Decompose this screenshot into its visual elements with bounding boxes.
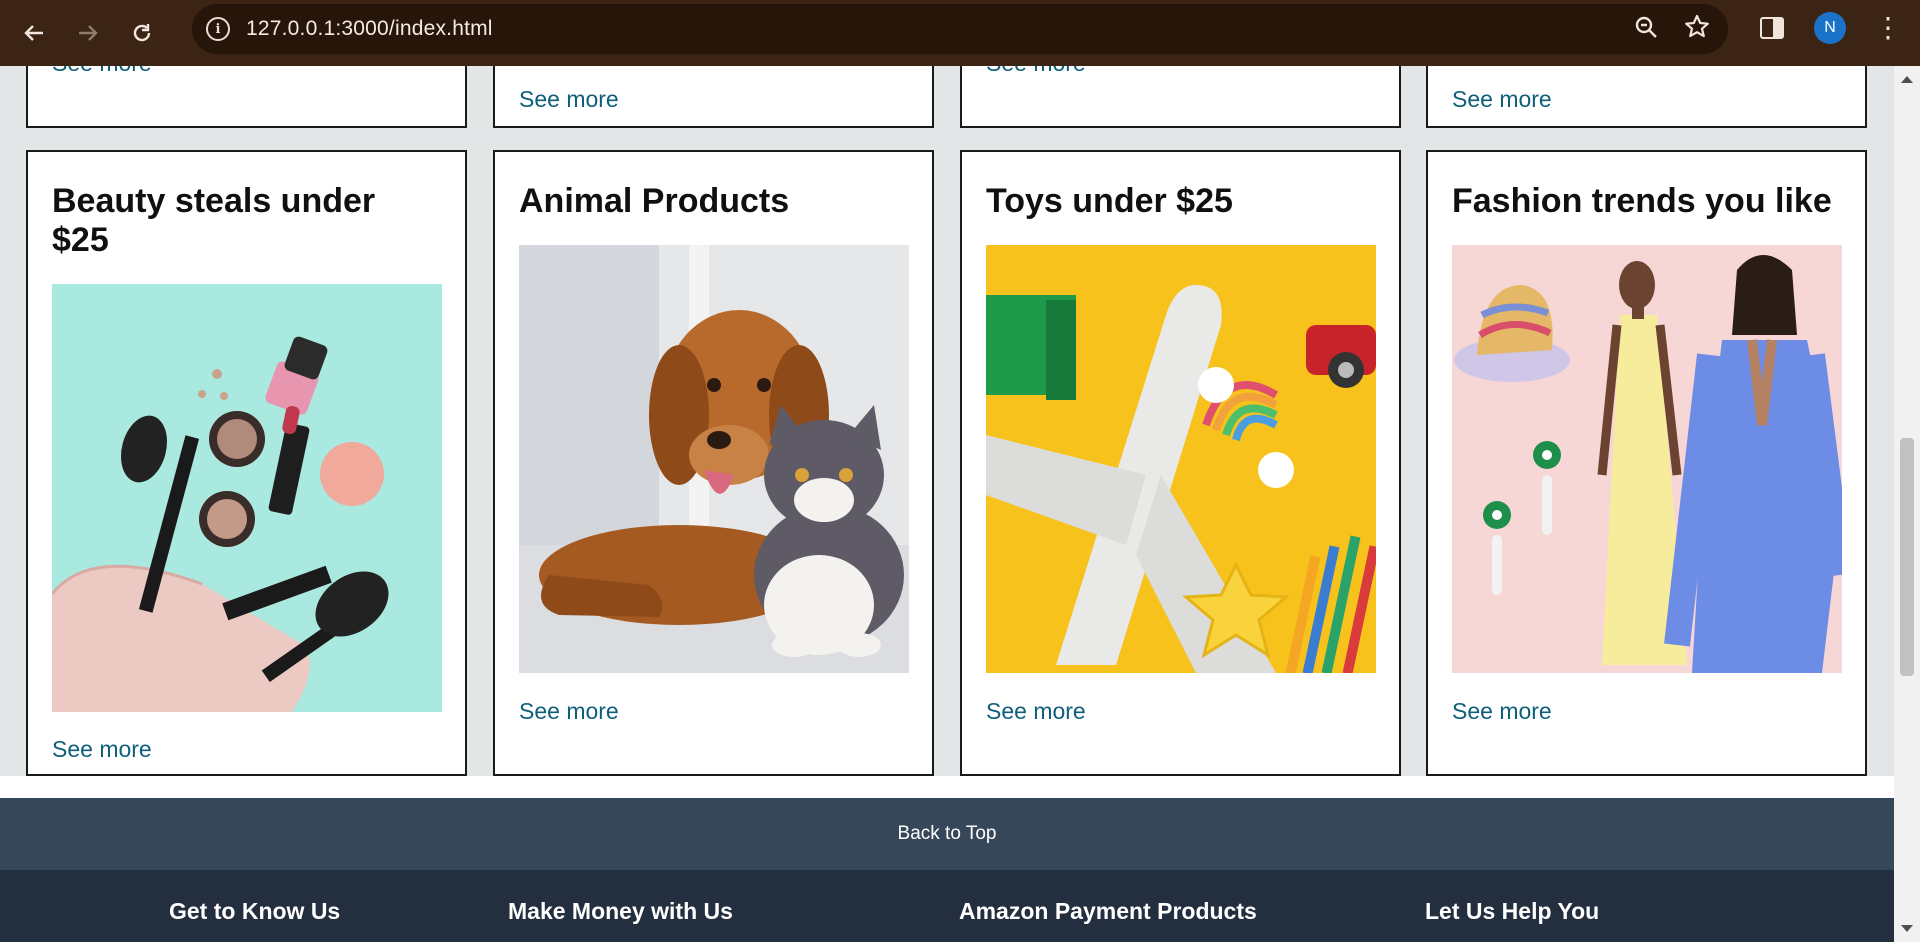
back-to-top-button[interactable]: Back to Top [0, 798, 1894, 870]
bookmark-star-icon[interactable] [1684, 14, 1710, 45]
scroll-down-arrow-icon[interactable] [1901, 925, 1913, 932]
see-more-link[interactable]: See more [986, 698, 1086, 725]
page-gap [0, 776, 1894, 798]
card-partial-3: See more [960, 66, 1401, 128]
card-partial-4: See more [1426, 66, 1867, 128]
card-fashion: Fashion trends you like See more [1426, 150, 1867, 776]
toy-airplane-photo[interactable] [986, 245, 1376, 673]
page-content: See more See more See more See more Beau… [0, 66, 1894, 942]
card-partial-1: See more [26, 66, 467, 128]
footer-heading-make-money: Make Money with Us [508, 898, 733, 924]
footer-heading-get-to-know-us: Get to Know Us [169, 898, 341, 924]
url-text[interactable]: 127.0.0.1:3000/index.html [246, 17, 493, 41]
address-bar[interactable]: i 127.0.0.1:3000/index.html [192, 4, 1728, 54]
fashion-models-photo[interactable] [1452, 245, 1842, 673]
card-partial-2: See more [493, 66, 934, 128]
makeup-cosmetics-photo[interactable] [52, 284, 442, 712]
scroll-thumb[interactable] [1900, 438, 1914, 676]
kebab-menu-icon[interactable]: ⋮ [1874, 14, 1902, 42]
card-title: Fashion trends you like [1452, 182, 1832, 220]
card-animal: Animal Products See more [493, 150, 934, 776]
card-beauty: Beauty steals under $25 See more [26, 150, 467, 776]
see-more-link[interactable]: See more [519, 698, 619, 725]
see-more-link[interactable]: See more [52, 66, 152, 77]
side-panel-icon[interactable] [1760, 17, 1784, 39]
profile-avatar[interactable]: N [1814, 12, 1846, 44]
card-title: Beauty steals under $25 [52, 182, 376, 259]
see-more-link[interactable]: See more [52, 736, 152, 763]
zoom-icon[interactable] [1634, 15, 1658, 44]
reload-icon[interactable] [122, 13, 162, 53]
scroll-up-arrow-icon[interactable] [1901, 76, 1913, 83]
forward-arrow-icon[interactable] [68, 13, 108, 53]
footer-heading-payment-products: Amazon Payment Products [959, 898, 1257, 924]
browser-toolbar: i 127.0.0.1:3000/index.html N ⋮ [0, 0, 1920, 66]
see-more-link[interactable]: See more [986, 66, 1086, 77]
footer-heading-help: Let Us Help You [1425, 898, 1600, 924]
vertical-scrollbar[interactable] [1894, 66, 1920, 942]
card-toys: Toys under $25 See more [960, 150, 1401, 776]
dog-and-cat-photo[interactable] [519, 245, 909, 673]
card-title: Animal Products [519, 182, 790, 220]
card-title: Toys under $25 [986, 182, 1233, 220]
footer: Get to Know Us Make Money with Us Amazon… [0, 870, 1894, 942]
see-more-link[interactable]: See more [519, 86, 619, 113]
site-info-icon[interactable]: i [206, 17, 230, 41]
back-arrow-icon[interactable] [14, 13, 54, 53]
see-more-link[interactable]: See more [1452, 86, 1552, 113]
see-more-link[interactable]: See more [1452, 698, 1552, 725]
